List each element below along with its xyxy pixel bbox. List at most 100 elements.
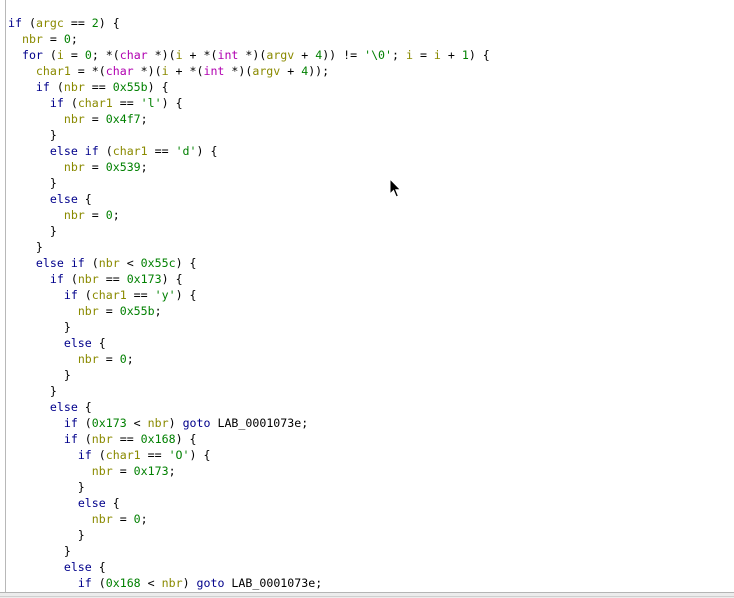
code-line[interactable]: } bbox=[8, 383, 734, 399]
code-line[interactable]: else { bbox=[8, 559, 734, 575]
string-token[interactable]: 'd' bbox=[176, 144, 197, 158]
variable-token[interactable]: i bbox=[162, 64, 169, 78]
variable-token[interactable]: nbr bbox=[78, 352, 99, 366]
variable-token[interactable]: nbr bbox=[64, 80, 85, 94]
variable-token[interactable]: nbr bbox=[22, 32, 43, 46]
number-token[interactable]: 0x55b bbox=[113, 80, 148, 94]
number-token[interactable]: 0x168 bbox=[106, 576, 141, 590]
keyword-token[interactable]: if bbox=[78, 448, 92, 462]
keyword-token[interactable]: else bbox=[64, 560, 92, 574]
number-token[interactable]: 0 bbox=[85, 48, 92, 62]
variable-token[interactable]: i bbox=[176, 48, 183, 62]
number-token[interactable]: 0x173 bbox=[127, 272, 162, 286]
keyword-token[interactable]: else if bbox=[36, 256, 85, 270]
number-token[interactable]: 2 bbox=[92, 16, 99, 30]
variable-token[interactable]: nbr bbox=[64, 208, 85, 222]
number-token[interactable]: 0 bbox=[106, 208, 113, 222]
variable-token[interactable]: nbr bbox=[92, 432, 113, 446]
string-token[interactable]: 'l' bbox=[141, 96, 162, 110]
variable-token[interactable]: i bbox=[406, 48, 413, 62]
variable-token[interactable]: char1 bbox=[36, 64, 71, 78]
number-token[interactable]: 0 bbox=[64, 32, 71, 46]
code-line[interactable]: else { bbox=[8, 335, 734, 351]
number-token[interactable]: 0x173 bbox=[134, 464, 169, 478]
code-line[interactable]: } bbox=[8, 223, 734, 239]
variable-token[interactable]: argv bbox=[252, 64, 280, 78]
code-line[interactable]: nbr = 0; bbox=[8, 207, 734, 223]
type-token[interactable]: int bbox=[203, 64, 224, 78]
code-line[interactable]: if (char1 == 'l') { bbox=[8, 95, 734, 111]
variable-token[interactable]: nbr bbox=[78, 304, 99, 318]
keyword-token[interactable]: for bbox=[22, 48, 43, 62]
number-token[interactable]: 0 bbox=[134, 512, 141, 526]
string-token[interactable]: 'O' bbox=[169, 448, 190, 462]
code-line[interactable]: } bbox=[8, 543, 734, 559]
code-line[interactable]: nbr = 0; bbox=[8, 351, 734, 367]
code-line[interactable]: else { bbox=[8, 191, 734, 207]
number-token[interactable]: 0x55b bbox=[120, 304, 155, 318]
variable-token[interactable]: nbr bbox=[64, 112, 85, 126]
code-line[interactable]: else { bbox=[8, 399, 734, 415]
code-line[interactable]: if (argc == 2) { bbox=[8, 15, 734, 31]
number-token[interactable]: 0x4f7 bbox=[106, 112, 141, 126]
keyword-token[interactable]: else bbox=[50, 192, 78, 206]
keyword-token[interactable]: goto bbox=[183, 416, 211, 430]
keyword-token[interactable]: if bbox=[50, 272, 64, 286]
number-token[interactable]: 0x168 bbox=[141, 432, 176, 446]
variable-token[interactable]: nbr bbox=[64, 160, 85, 174]
keyword-token[interactable]: else bbox=[78, 496, 106, 510]
variable-token[interactable]: argv bbox=[266, 48, 294, 62]
keyword-token[interactable]: if bbox=[36, 80, 50, 94]
code-line[interactable]: if (0x168 < nbr) goto LAB_0001073e; bbox=[8, 575, 734, 591]
type-token[interactable]: int bbox=[217, 48, 238, 62]
code-line[interactable]: } bbox=[8, 319, 734, 335]
code-line[interactable]: else { bbox=[8, 495, 734, 511]
keyword-token[interactable]: if bbox=[50, 96, 64, 110]
keyword-token[interactable]: goto bbox=[197, 576, 225, 590]
variable-token[interactable]: nbr bbox=[99, 256, 120, 270]
number-token[interactable]: 1 bbox=[462, 48, 469, 62]
code-line[interactable]: if (nbr == 0x168) { bbox=[8, 431, 734, 447]
code-line[interactable]: nbr = 0x55b; bbox=[8, 303, 734, 319]
keyword-token[interactable]: if bbox=[78, 576, 92, 590]
code-line[interactable]: nbr = 0x539; bbox=[8, 159, 734, 175]
variable-token[interactable]: i bbox=[57, 48, 64, 62]
number-token[interactable]: 0x539 bbox=[106, 160, 141, 174]
decompiled-code-listing[interactable]: if (argc == 2) { nbr = 0; for (i = 0; *(… bbox=[8, 15, 734, 591]
code-line[interactable]: } bbox=[8, 239, 734, 255]
keyword-token[interactable]: if bbox=[8, 16, 22, 30]
code-line[interactable]: if (0x173 < nbr) goto LAB_0001073e; bbox=[8, 415, 734, 431]
code-line[interactable]: } bbox=[8, 175, 734, 191]
code-line[interactable]: } bbox=[8, 479, 734, 495]
code-line[interactable]: } bbox=[8, 367, 734, 383]
type-token[interactable]: char bbox=[106, 64, 134, 78]
code-line[interactable]: nbr = 0; bbox=[8, 511, 734, 527]
number-token[interactable]: 0x173 bbox=[92, 416, 127, 430]
type-token[interactable]: char bbox=[120, 48, 148, 62]
horizontal-scrollbar[interactable] bbox=[0, 592, 734, 598]
variable-token[interactable]: char1 bbox=[78, 96, 113, 110]
variable-token[interactable]: argc bbox=[36, 16, 64, 30]
keyword-token[interactable]: if bbox=[64, 288, 78, 302]
string-token[interactable]: 'y' bbox=[155, 288, 176, 302]
code-line[interactable]: nbr = 0; bbox=[8, 31, 734, 47]
code-line[interactable]: if (char1 == 'y') { bbox=[8, 287, 734, 303]
keyword-token[interactable]: if bbox=[64, 432, 78, 446]
variable-token[interactable]: i bbox=[434, 48, 441, 62]
keyword-token[interactable]: else bbox=[50, 400, 78, 414]
keyword-token[interactable]: else bbox=[64, 336, 92, 350]
code-line[interactable]: char1 = *(char *)(i + *(int *)(argv + 4)… bbox=[8, 63, 734, 79]
code-line[interactable]: if (nbr == 0x55b) { bbox=[8, 79, 734, 95]
number-token[interactable]: 0 bbox=[120, 352, 127, 366]
variable-token[interactable]: nbr bbox=[92, 512, 113, 526]
code-line[interactable]: nbr = 0x4f7; bbox=[8, 111, 734, 127]
keyword-token[interactable]: if bbox=[64, 416, 78, 430]
code-line[interactable]: } bbox=[8, 527, 734, 543]
keyword-token[interactable]: else if bbox=[50, 144, 99, 158]
number-token[interactable]: 0x55c bbox=[141, 256, 176, 270]
variable-token[interactable]: nbr bbox=[162, 576, 183, 590]
code-line[interactable]: if (nbr == 0x173) { bbox=[8, 271, 734, 287]
code-line[interactable]: for (i = 0; *(char *)(i + *(int *)(argv … bbox=[8, 47, 734, 63]
string-token[interactable]: '\0' bbox=[364, 48, 392, 62]
code-line[interactable]: } bbox=[8, 127, 734, 143]
